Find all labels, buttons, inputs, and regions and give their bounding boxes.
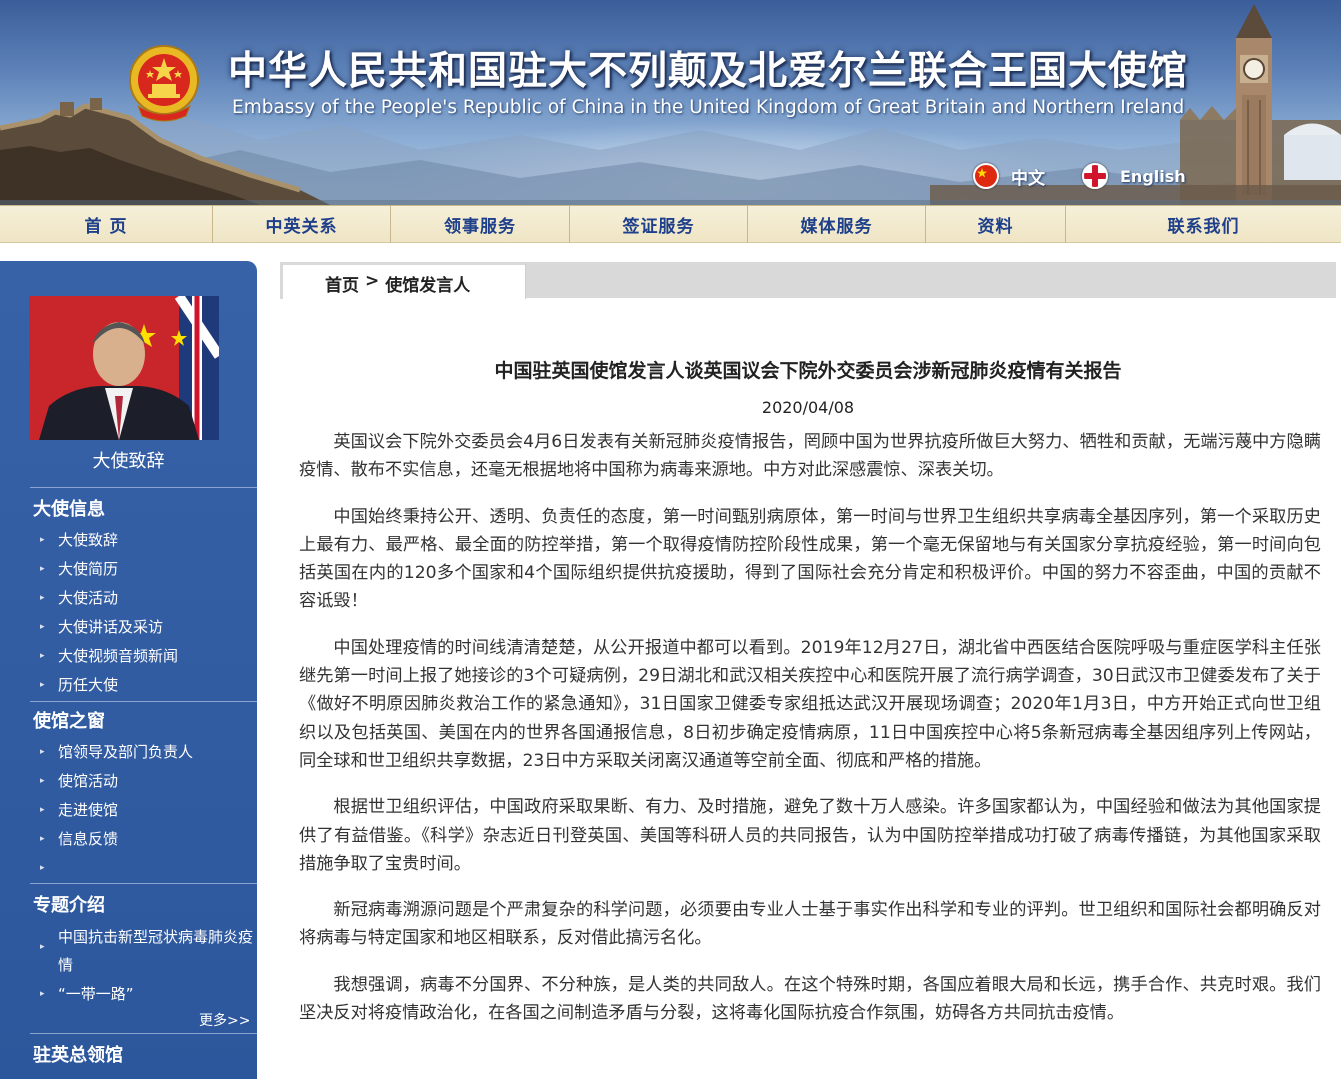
article-paragraph: 英国议会下院外交委员会4月6日发表有关新冠肺炎疫情报告，罔顾中国为世界抗疫所做巨… bbox=[299, 432, 1321, 481]
article-paragraph: 中国处理疫情的时间线清清楚楚，从公开报道中都可以看到。2019年12月27日，湖… bbox=[299, 637, 1321, 771]
nav-china-uk-relations[interactable]: 中英关系 bbox=[213, 206, 391, 243]
lang-switch-en[interactable]: English bbox=[1082, 161, 1186, 191]
chevron-right-icon: ▸ bbox=[40, 680, 45, 690]
link-empty[interactable]: ▸ bbox=[40, 859, 58, 873]
chevron-right-icon: ▸ bbox=[40, 989, 45, 999]
chevron-right-icon: ▸ bbox=[40, 863, 45, 873]
chevron-right-icon: ▸ bbox=[40, 805, 45, 815]
section-ambassador-info: 大使信息 bbox=[33, 499, 105, 520]
link-ambassador-remarks[interactable]: ▸ 大使致辞 bbox=[40, 531, 118, 554]
uk-flag-icon bbox=[1082, 163, 1108, 189]
sidebar-divider bbox=[30, 701, 257, 702]
site-title-en: Embassy of the People's Republic of Chin… bbox=[232, 97, 1185, 118]
breadcrumb-current[interactable]: 使馆发言人 bbox=[385, 271, 470, 296]
sidebar-divider bbox=[30, 883, 257, 884]
breadcrumb-separator: > bbox=[365, 271, 380, 291]
link-ambassador-speeches[interactable]: ▸ 大使讲话及采访 bbox=[40, 618, 163, 641]
china-flag-icon bbox=[973, 163, 999, 189]
sidebar-divider bbox=[30, 487, 257, 488]
link-feedback[interactable]: ▸ 信息反馈 bbox=[40, 830, 118, 853]
article-body: 英国议会下院外交委员会4月6日发表有关新冠肺炎疫情报告，罔顾中国为世界抗疫所做巨… bbox=[299, 428, 1321, 1045]
chevron-right-icon: ▸ bbox=[40, 651, 45, 661]
link-embassy-leaders[interactable]: ▸ 馆领导及部门负责人 bbox=[40, 743, 193, 766]
link-ambassador-media[interactable]: ▸ 大使视频音频新闻 bbox=[40, 647, 178, 670]
main-nav: 首 页 中英关系 领事服务 签证服务 媒体服务 资料 联系我们 bbox=[0, 205, 1341, 243]
link-visit-embassy[interactable]: ▸ 走进使馆 bbox=[40, 801, 118, 824]
article-paragraph: 我想强调，病毒不分国界、不分种族，是人类的共同敌人。在这个特殊时期，各国应着眼大… bbox=[299, 974, 1321, 1024]
sidebar: 大使致辞 大使信息 ▸ 大使致辞 ▸ 大使简历 ▸ 大使活动 ▸ 大使讲话及采访 ▸ 大使… bbox=[0, 261, 257, 1079]
ambassador-photo[interactable] bbox=[29, 296, 219, 440]
article-paragraph: 根据世卫组织评估，中国政府采取果断、有力、及时措施，避免了数十万人感染。许多国家… bbox=[299, 797, 1321, 874]
article-title: 中国驻英国使馆发言人谈英国议会下院外交委员会涉新冠肺炎疫情有关报告 bbox=[494, 360, 1122, 382]
section-special-topics: 专题介绍 bbox=[33, 895, 105, 916]
nav-visa-services[interactable]: 签证服务 bbox=[570, 206, 748, 243]
lang-cn-label: 中文 bbox=[1011, 168, 1045, 189]
section-embassy-window: 使馆之窗 bbox=[33, 711, 105, 732]
article-date: 2020/04/08 bbox=[761, 398, 855, 417]
chevron-right-icon: ▸ bbox=[40, 593, 45, 603]
ambassador-remarks-caption[interactable]: 大使致辞 bbox=[0, 447, 257, 473]
site-title-cn: 中华人民共和国驻大不列颠及北爱尔兰联合王国大使馆 bbox=[228, 48, 1189, 94]
link-ambassador-activities[interactable]: ▸ 大使活动 bbox=[40, 589, 118, 612]
nav-contact-us[interactable]: 联系我们 bbox=[1066, 206, 1341, 243]
chevron-right-icon: ▸ bbox=[40, 535, 45, 545]
chevron-right-icon: ▸ bbox=[40, 776, 45, 786]
nav-media-services[interactable]: 媒体服务 bbox=[748, 206, 926, 243]
article-paragraph: 中国始终秉持公开、透明、负责任的态度，第一时间甄别病原体，第一时间与世界卫生组织… bbox=[299, 506, 1321, 612]
chevron-right-icon: ▸ bbox=[40, 834, 45, 844]
nav-resources[interactable]: 资料 bbox=[926, 206, 1066, 243]
chevron-right-icon: ▸ bbox=[40, 747, 45, 757]
lang-switch-cn[interactable]: 中文 bbox=[973, 161, 1045, 191]
chevron-right-icon: ▸ bbox=[40, 564, 45, 574]
more-link[interactable]: 更多>> bbox=[199, 1010, 250, 1030]
national-emblem-icon bbox=[129, 45, 199, 122]
breadcrumb: 首页 > 使馆发言人 bbox=[325, 271, 470, 296]
site-banner: 中华人民共和国驻大不列颠及北爱尔兰联合王国大使馆 Embassy of the … bbox=[0, 0, 1341, 205]
nav-consular-services[interactable]: 领事服务 bbox=[391, 206, 570, 243]
chevron-right-icon: ▸ bbox=[40, 942, 45, 952]
link-ambassador-bio[interactable]: ▸ 大使简历 bbox=[40, 560, 118, 583]
link-former-ambassadors[interactable]: ▸ 历任大使 bbox=[40, 676, 118, 699]
lang-en-label: English bbox=[1120, 166, 1186, 186]
article-paragraph: 新冠病毒溯源问题是个严肃复杂的科学问题，必须要由专业人士基于事实作出科学和专业的… bbox=[299, 900, 1321, 949]
breadcrumb-home[interactable]: 首页 bbox=[325, 271, 359, 296]
link-covid-topic[interactable]: ▸ 中国抗击新型冠状病毒肺炎疫情 bbox=[40, 928, 256, 979]
sidebar-divider bbox=[30, 1033, 257, 1034]
nav-home[interactable]: 首 页 bbox=[0, 206, 213, 243]
link-belt-and-road[interactable]: ▸ “一带一路” bbox=[40, 985, 134, 1008]
section-consulates: 驻英总领馆 bbox=[33, 1045, 123, 1066]
link-embassy-activities[interactable]: ▸ 使馆活动 bbox=[40, 772, 118, 795]
chevron-right-icon: ▸ bbox=[40, 622, 45, 632]
